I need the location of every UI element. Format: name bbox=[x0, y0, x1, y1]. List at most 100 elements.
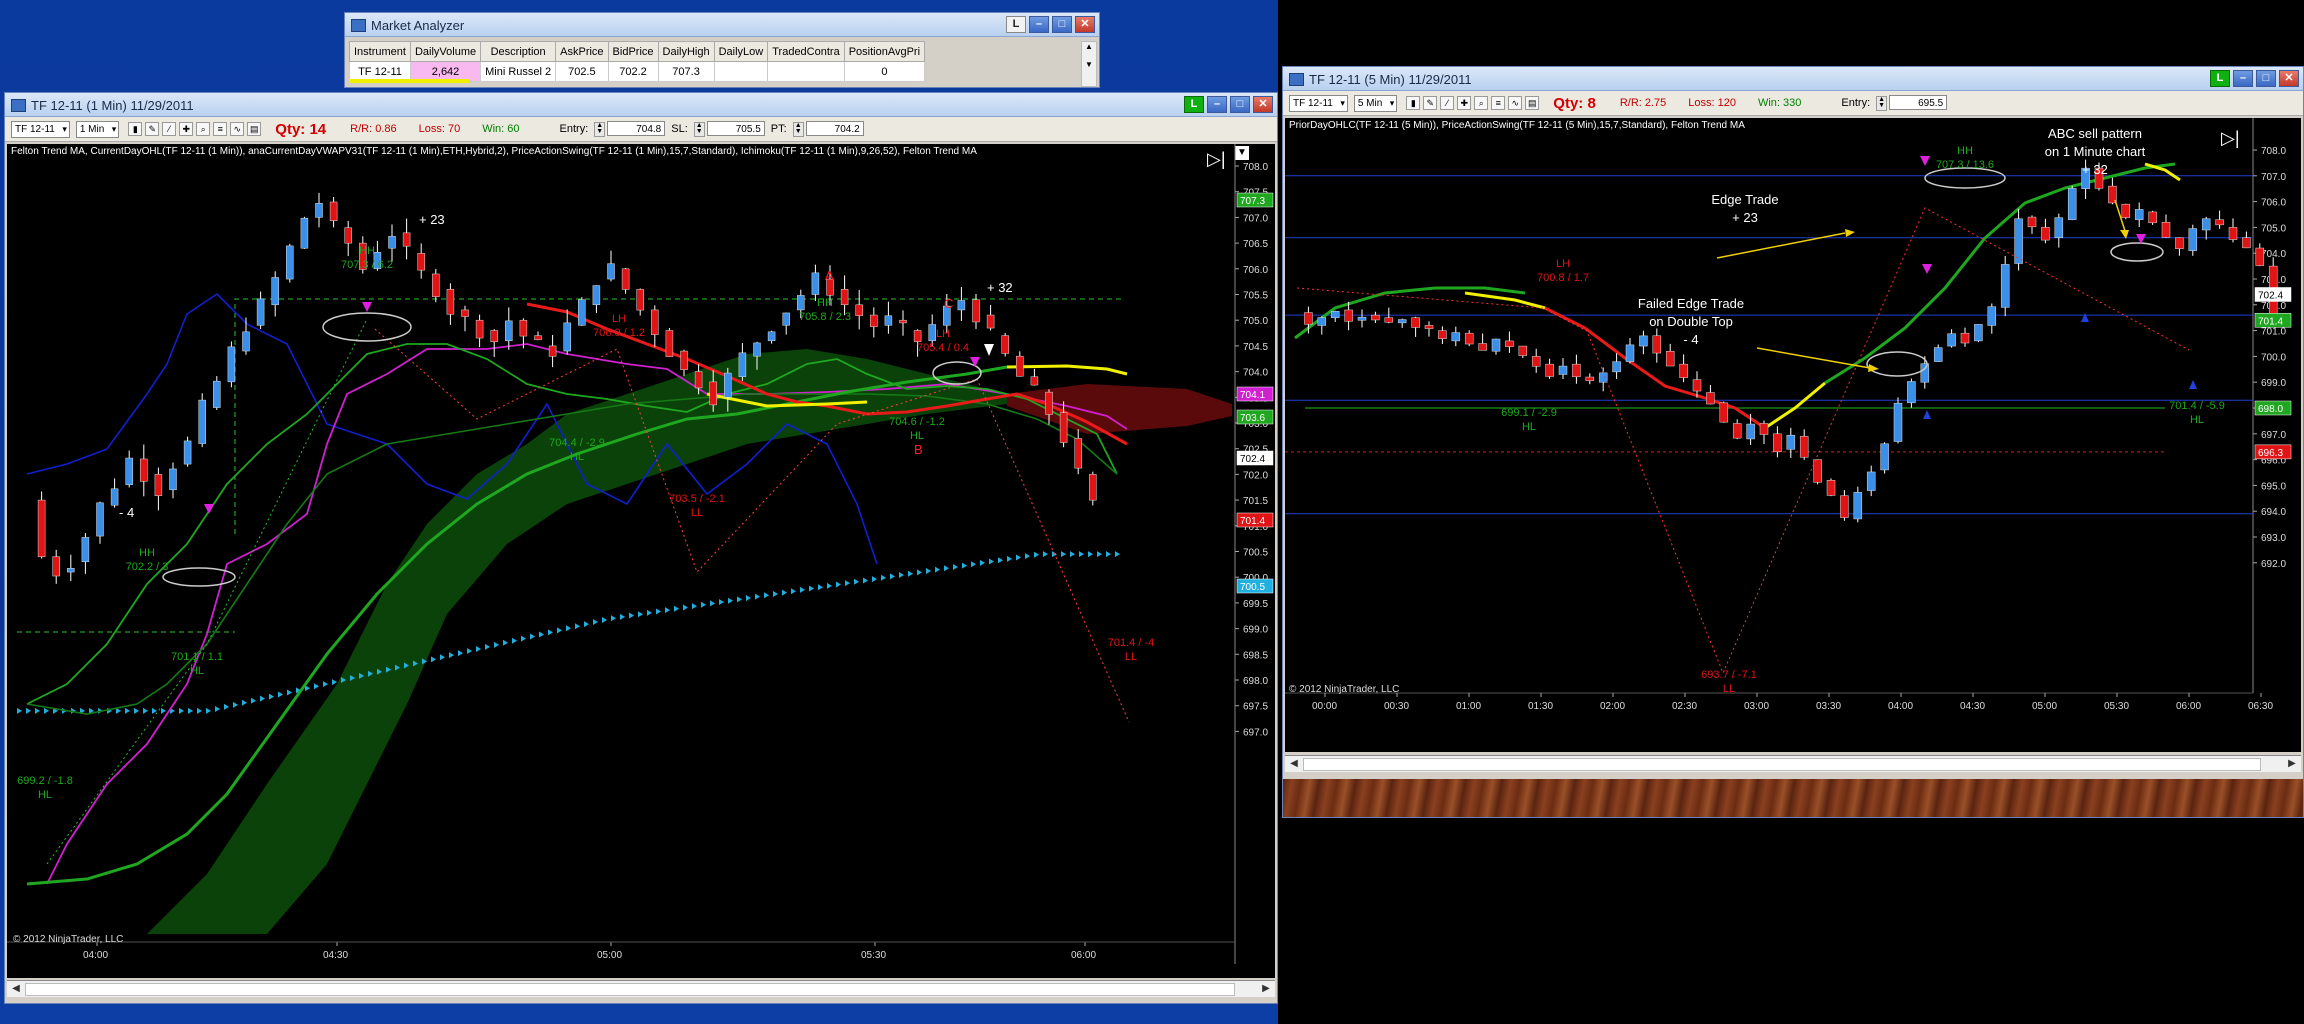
chart-panel-1min[interactable]: Felton Trend MA, CurrentDayOHL(TF 12-11 … bbox=[7, 144, 1275, 978]
column-header[interactable]: Instrument bbox=[349, 41, 411, 62]
vwap-marker bbox=[683, 604, 688, 611]
column-header[interactable]: DailyLow bbox=[713, 41, 769, 62]
instrument-select[interactable]: TF 12-11 bbox=[1289, 94, 1348, 112]
sell-arrow-icon bbox=[204, 504, 214, 514]
pt-input[interactable]: 704.2 bbox=[805, 121, 864, 137]
scroll-right-icon[interactable]: ▶ bbox=[1259, 982, 1273, 995]
properties-icon[interactable]: ≡ bbox=[213, 122, 228, 136]
maximize-icon[interactable]: □ bbox=[2256, 70, 2276, 87]
link-button[interactable]: L bbox=[1006, 16, 1026, 33]
y-axis-label: 699.5 bbox=[1243, 599, 1268, 610]
maximize-icon[interactable]: □ bbox=[1230, 96, 1250, 113]
chart-5min-titlebar[interactable]: TF 12-11 (5 Min) 11/29/2011 L – □ ✕ bbox=[1283, 67, 2303, 91]
minimize-icon[interactable]: – bbox=[2233, 70, 2253, 87]
vwap-marker bbox=[989, 558, 994, 565]
vwap-marker bbox=[827, 582, 832, 589]
chart-panel-5min[interactable]: PriorDayOHLC(TF 12-11 (5 Min)), PriceAct… bbox=[1285, 118, 2301, 752]
grid-cell[interactable]: 702.2 bbox=[607, 61, 659, 82]
crosshair-icon[interactable]: ✚ bbox=[179, 122, 194, 136]
close-icon[interactable]: ✕ bbox=[2279, 70, 2299, 87]
bar-type-icon[interactable]: ▮ bbox=[1406, 96, 1421, 110]
entry-input[interactable]: 704.8 bbox=[607, 121, 666, 137]
vwap-marker bbox=[1034, 551, 1039, 558]
grid-cell[interactable] bbox=[767, 61, 845, 82]
swing-label: 707.3 / 6.2 bbox=[341, 259, 393, 271]
link-button[interactable]: L bbox=[2210, 70, 2230, 87]
entry-spinner[interactable]: ▲ ▼ bbox=[1876, 95, 1888, 111]
annotation-text: + 32 bbox=[987, 280, 1013, 295]
column-header[interactable]: DailyHigh bbox=[657, 41, 715, 62]
qty-value[interactable]: 8 bbox=[1587, 95, 1595, 112]
bearish-candle bbox=[1719, 402, 1729, 423]
sl-spinner[interactable]: ▲ ▼ bbox=[693, 121, 705, 137]
crosshair-icon[interactable]: ✚ bbox=[1457, 96, 1472, 110]
close-icon[interactable]: ✕ bbox=[1075, 16, 1095, 33]
indicators-icon[interactable]: ∿ bbox=[1508, 96, 1523, 110]
column-header[interactable]: PositionAvgPri bbox=[843, 41, 926, 62]
link-button[interactable]: L bbox=[1184, 96, 1204, 113]
scroll-left-icon[interactable]: ◀ bbox=[1287, 757, 1301, 770]
zoom-icon[interactable]: ⌕ bbox=[1474, 96, 1489, 110]
draw-tool-icon[interactable]: ⁄ bbox=[162, 122, 177, 136]
vwap-marker bbox=[629, 612, 634, 619]
bearish-candle bbox=[870, 314, 878, 327]
bearish-candle bbox=[1826, 479, 1836, 496]
pencil-icon[interactable]: ✎ bbox=[145, 122, 160, 136]
market-analyzer-titlebar[interactable]: Market Analyzer L – □ ✕ bbox=[345, 13, 1099, 37]
entry-input[interactable]: 695.5 bbox=[1889, 95, 1948, 111]
vwap-marker bbox=[1115, 551, 1120, 558]
minimize-icon[interactable]: – bbox=[1029, 16, 1049, 33]
vwap-marker bbox=[458, 650, 463, 657]
instrument-select[interactable]: TF 12-11 bbox=[11, 120, 70, 138]
x-axis-label: 01:30 bbox=[1528, 701, 1553, 712]
bearish-candle bbox=[1652, 335, 1662, 354]
grid-cell[interactable]: 0 bbox=[843, 61, 926, 82]
scroll-right-icon[interactable]: ▶ bbox=[2285, 757, 2299, 770]
swing-label: 706.0 / 1.2 bbox=[593, 327, 645, 339]
scroll-thumb[interactable] bbox=[1303, 758, 2261, 771]
bearish-candle bbox=[1706, 392, 1715, 405]
risk-reward: R/R: 0.86 bbox=[350, 123, 397, 135]
qty-value[interactable]: 14 bbox=[309, 121, 326, 138]
strategy-icon[interactable]: ▤ bbox=[1525, 96, 1540, 110]
pt-spinner[interactable]: ▲ ▼ bbox=[792, 121, 804, 137]
bearish-candle bbox=[2161, 221, 2171, 238]
vwap-marker bbox=[1070, 551, 1075, 558]
bearish-candle bbox=[402, 232, 411, 247]
scroll-thumb[interactable] bbox=[25, 983, 1235, 996]
column-header[interactable]: Description bbox=[480, 41, 557, 62]
column-header[interactable]: BidPrice bbox=[607, 41, 659, 62]
x-axis-label: 04:00 bbox=[1888, 701, 1913, 712]
draw-tool-icon[interactable]: ⁄ bbox=[1440, 96, 1455, 110]
grid-cell[interactable]: 707.3 bbox=[657, 61, 715, 82]
chart-1min-titlebar[interactable]: TF 12-11 (1 Min) 11/29/2011 L – □ ✕ bbox=[5, 93, 1277, 117]
bullish-candle bbox=[1907, 381, 1916, 404]
column-header[interactable]: TradedContra bbox=[767, 41, 845, 62]
horizontal-scrollbar[interactable]: ◀ ▶ bbox=[1285, 755, 2301, 772]
indicators-icon[interactable]: ∿ bbox=[230, 122, 245, 136]
minimize-icon[interactable]: – bbox=[1207, 96, 1227, 113]
grid-cell[interactable]: 702.5 bbox=[555, 61, 609, 82]
zoom-icon[interactable]: ⌕ bbox=[196, 122, 211, 136]
close-icon[interactable]: ✕ bbox=[1253, 96, 1273, 113]
horizontal-scrollbar[interactable]: ◀ ▶ bbox=[7, 980, 1275, 997]
bar-type-icon[interactable]: ▮ bbox=[128, 122, 143, 136]
highlight-ellipse bbox=[322, 312, 412, 342]
vertical-scrollbar[interactable]: ▲ ▼ bbox=[1081, 41, 1097, 87]
sl-input[interactable]: 705.5 bbox=[706, 121, 765, 137]
grid-cell[interactable]: Mini Russel 2 bbox=[480, 61, 557, 82]
maximize-icon[interactable]: □ bbox=[1052, 16, 1072, 33]
scroll-left-icon[interactable]: ◀ bbox=[9, 982, 23, 995]
strategy-icon[interactable]: ▤ bbox=[247, 122, 262, 136]
column-header[interactable]: AskPrice bbox=[555, 41, 609, 62]
column-header[interactable]: DailyVolume bbox=[409, 41, 482, 62]
bearish-candle bbox=[475, 319, 484, 339]
interval-select[interactable]: 1 Min bbox=[75, 120, 120, 138]
entry-spinner[interactable]: ▲ ▼ bbox=[594, 121, 606, 137]
interval-select[interactable]: 5 Min bbox=[1353, 94, 1398, 112]
bearish-candle bbox=[1692, 379, 1702, 392]
grid-cell[interactable] bbox=[713, 61, 769, 82]
properties-icon[interactable]: ≡ bbox=[1491, 96, 1506, 110]
pencil-icon[interactable]: ✎ bbox=[1423, 96, 1438, 110]
price-badge-label: 701.4 bbox=[2258, 316, 2283, 327]
